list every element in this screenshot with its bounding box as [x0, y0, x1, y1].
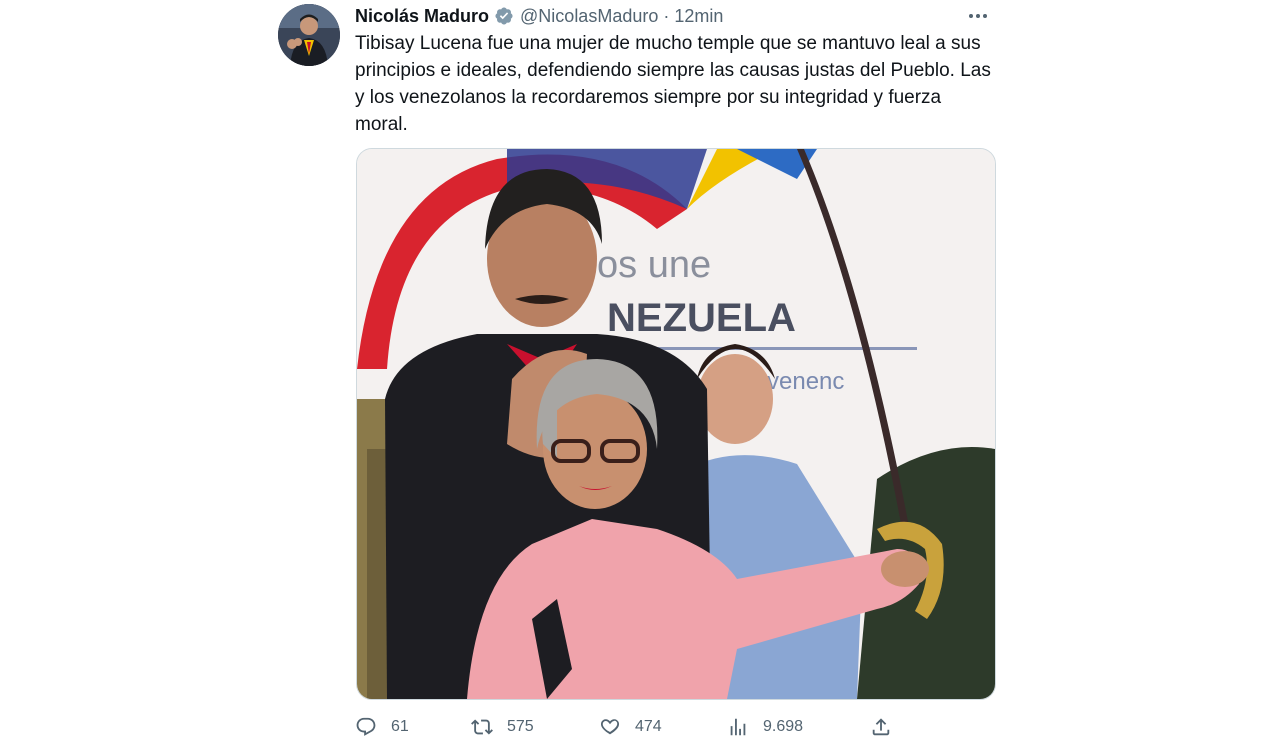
reply-count: 61 — [391, 718, 409, 735]
views-icon — [727, 716, 763, 738]
like-button[interactable]: 474 — [599, 716, 662, 738]
views-count: 9.698 — [763, 718, 804, 735]
retweet-icon — [471, 716, 507, 738]
share-button[interactable] — [870, 716, 906, 738]
more-dots-icon[interactable] — [964, 4, 992, 28]
verified-badge-icon — [494, 6, 514, 26]
header-separator: · — [663, 5, 670, 26]
retweet-button[interactable]: 575 — [471, 716, 534, 738]
retweet-count: 575 — [507, 718, 534, 735]
banner-text-1: os une — [597, 244, 711, 286]
like-count: 474 — [635, 718, 662, 735]
reply-icon — [355, 716, 391, 738]
tweet-actions: 61 575 474 9.698 — [355, 712, 995, 742]
tweet-header: Nicolás Maduro @NicolasMaduro · 12min — [355, 4, 723, 28]
views-button[interactable]: 9.698 — [727, 716, 803, 738]
tweet-media-photo[interactable]: os une NEZUELA venenc — [356, 148, 996, 700]
author-avatar[interactable] — [278, 4, 340, 66]
tweet-text: Tibisay Lucena fue una mujer de mucho te… — [355, 33, 991, 135]
author-display-name[interactable]: Nicolás Maduro — [355, 6, 489, 27]
avatar-photo — [278, 4, 340, 66]
share-icon — [870, 716, 906, 738]
page: Nicolás Maduro @NicolasMaduro · 12min Ti… — [0, 0, 1280, 750]
tweet[interactable]: Nicolás Maduro @NicolasMaduro · 12min Ti… — [278, 0, 1000, 750]
banner-text-3: venenc — [767, 368, 844, 395]
reply-button[interactable]: 61 — [355, 716, 409, 738]
author-handle[interactable]: @NicolasMaduro — [520, 6, 658, 27]
tweet-timestamp[interactable]: 12min — [674, 6, 723, 27]
heart-icon — [599, 716, 635, 738]
banner-text-2: NEZUELA — [607, 296, 796, 340]
photo: os une NEZUELA venenc — [357, 149, 995, 699]
